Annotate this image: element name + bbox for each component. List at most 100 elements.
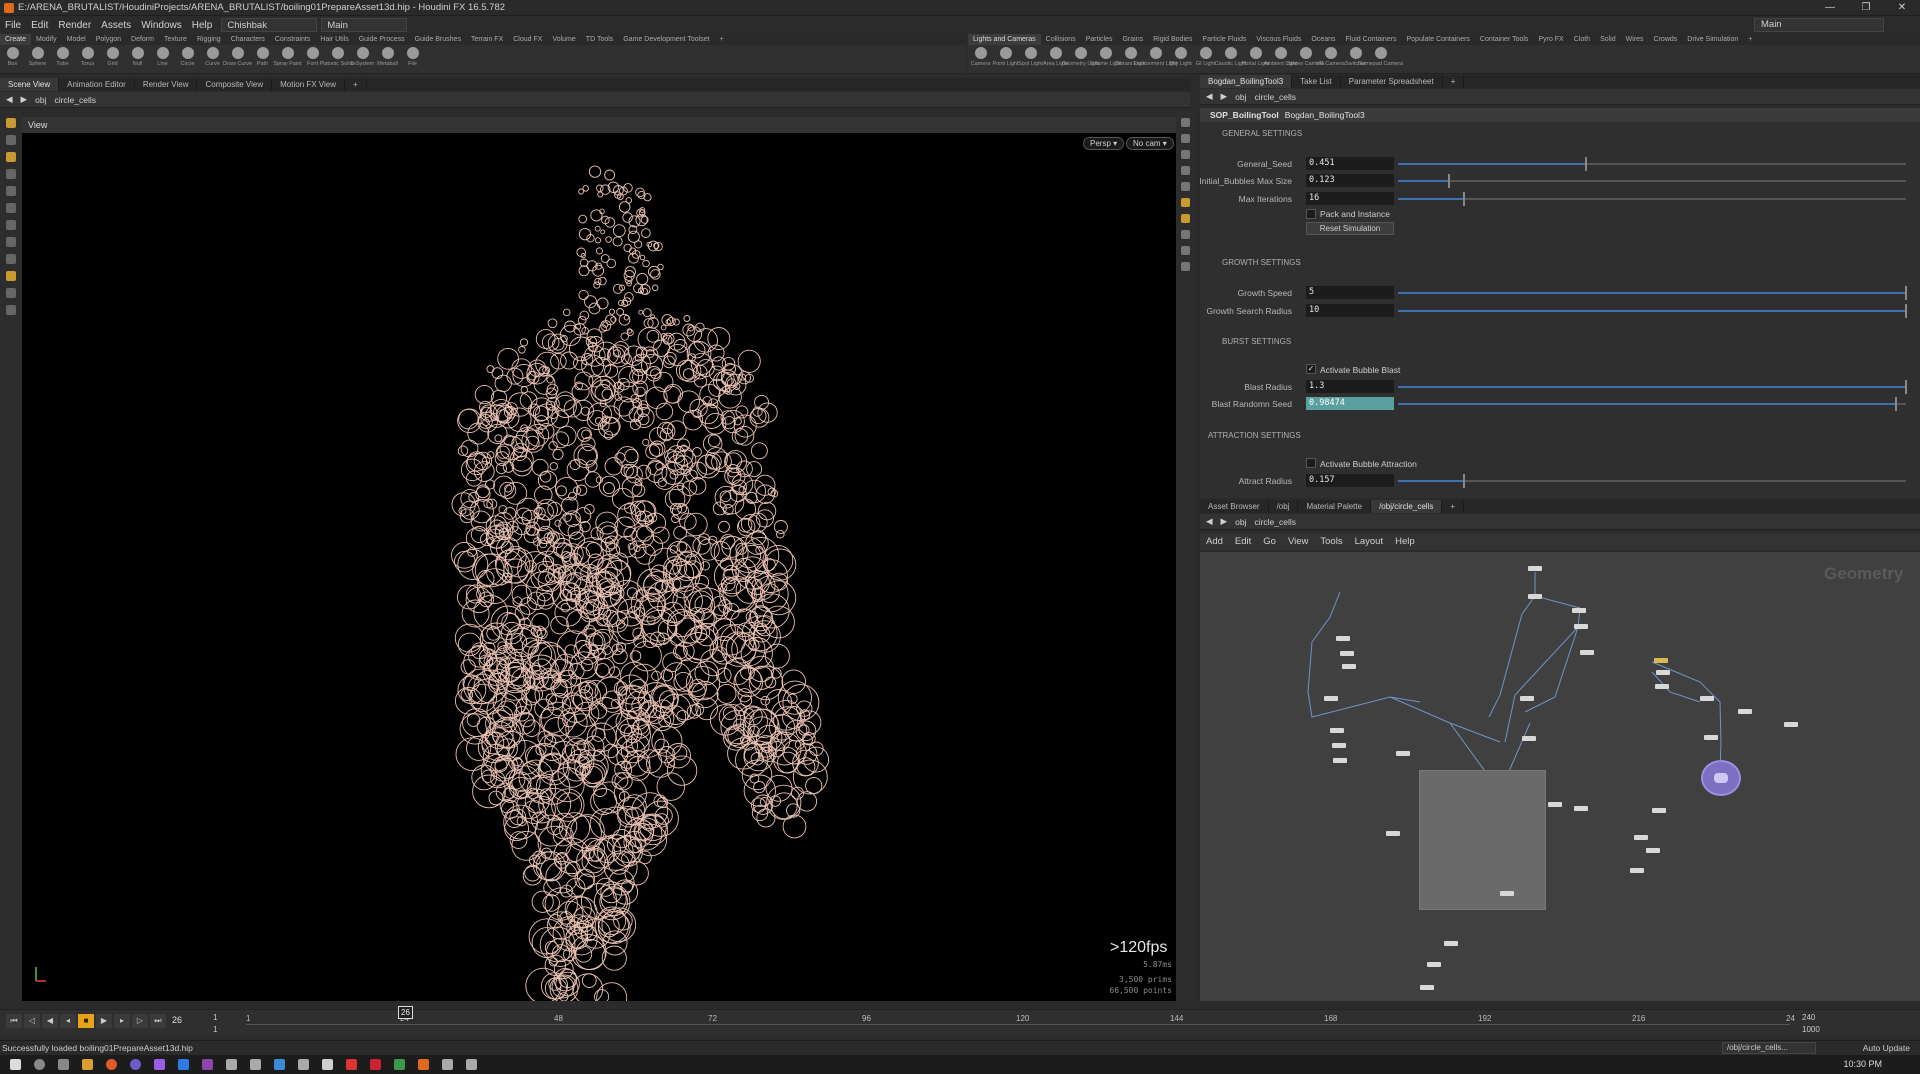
shelf-right-tool-1[interactable]: Point Light — [993, 47, 1019, 67]
growth-speed-field[interactable]: 5 — [1306, 286, 1394, 299]
brush-tool-icon[interactable] — [6, 237, 16, 247]
lock-icon[interactable] — [1180, 134, 1190, 143]
scale-tool-icon[interactable] — [6, 169, 16, 179]
shelf-left-tool-15[interactable]: Metaball — [375, 47, 400, 67]
end-button[interactable]: ⏭ — [150, 1014, 166, 1028]
point-icon[interactable] — [1180, 230, 1190, 239]
shelf-left-tab-0[interactable]: Create — [0, 34, 32, 45]
shelf-left-tool-8[interactable]: Curve — [200, 47, 225, 67]
search-icon[interactable] — [34, 1059, 45, 1070]
back-icon[interactable]: ◀ — [1206, 516, 1213, 527]
section-growth[interactable]: GROWTH SETTINGS — [1222, 258, 1301, 267]
shelf-left-tab-8[interactable]: Constraints — [270, 34, 315, 45]
shelf-right-tab-0[interactable]: Lights and Cameras — [968, 34, 1041, 45]
app-icon-5[interactable] — [298, 1059, 309, 1070]
network-pane-tab-4[interactable]: + — [1442, 500, 1464, 513]
right-pane-tab-2[interactable]: Parameter Spreadsheet — [1341, 75, 1443, 88]
shelf-left-tool-0[interactable]: Box — [0, 47, 25, 67]
shelf-right-tab-15[interactable]: Crowds — [1649, 34, 1683, 45]
net-menu-tools[interactable]: Tools — [1320, 536, 1342, 547]
shelf-right-tab-14[interactable]: Wires — [1621, 34, 1649, 45]
network-node[interactable] — [1784, 722, 1798, 727]
playhead-marker[interactable]: 26 — [398, 1006, 413, 1019]
shelf-left-tab-15[interactable]: TD Tools — [581, 34, 619, 45]
shelf-right-tool-14[interactable]: VR Camera — [1316, 47, 1345, 67]
network-node[interactable] — [1528, 594, 1542, 599]
network-node[interactable] — [1738, 709, 1752, 714]
network-node[interactable] — [1342, 664, 1356, 669]
net-path-node[interactable]: circle_cells — [1254, 517, 1296, 527]
network-pane-tab-3[interactable]: /obj/circle_cells — [1371, 500, 1443, 513]
shelf-right-tab-7[interactable]: Oceans — [1306, 34, 1340, 45]
maximize-button[interactable]: ❐ — [1848, 0, 1884, 16]
growth-radius-field[interactable]: 10 — [1306, 304, 1394, 317]
shelf-left-tool-1[interactable]: Sphere — [25, 47, 50, 67]
shelf-right-tab-17[interactable]: + — [1743, 34, 1757, 45]
left-pane-tab-2[interactable]: Render View — [135, 78, 198, 91]
app-icon-3[interactable] — [250, 1059, 261, 1070]
shelf-right-tool-8[interactable]: Sky Light — [1168, 47, 1193, 67]
net-menu-help[interactable]: Help — [1395, 536, 1415, 547]
network-node[interactable] — [1332, 743, 1346, 748]
persp-menu[interactable]: Persp ▾ — [1083, 137, 1125, 150]
back-icon[interactable]: ◀ — [1206, 91, 1213, 102]
net-menu-edit[interactable]: Edit — [1235, 536, 1251, 547]
activate-attract-checkbox[interactable] — [1306, 458, 1316, 468]
shelf-right-tab-9[interactable]: Populate Containers — [1401, 34, 1474, 45]
range-end[interactable]: 240 1000 — [1802, 1012, 1820, 1036]
shelf-left-tab-10[interactable]: Guide Process — [354, 34, 410, 45]
right-pane-tab-1[interactable]: Take List — [1292, 75, 1341, 88]
right-desktop-select[interactable]: Main — [1754, 18, 1884, 32]
network-node[interactable] — [1528, 566, 1542, 571]
network-pane-tab-1[interactable]: /obj — [1269, 500, 1299, 513]
handle-tool-icon[interactable] — [6, 186, 16, 196]
shelf-left-tool-13[interactable]: Platonic Solids — [319, 47, 356, 67]
menu-render[interactable]: Render — [53, 20, 96, 31]
current-frame-field[interactable]: 26 — [172, 1015, 182, 1025]
general-seed-slider[interactable] — [1398, 157, 1906, 171]
range-start[interactable]: 11 — [213, 1012, 217, 1036]
next-key-button[interactable]: ▷ — [132, 1014, 148, 1028]
shelf-left-tool-9[interactable]: Draw Curve — [223, 47, 252, 67]
pose-tool-icon[interactable] — [6, 203, 16, 213]
shelf-left-tool-7[interactable]: Circle — [175, 47, 200, 67]
back-icon[interactable]: ◀ — [6, 94, 13, 105]
start-button[interactable]: ⏮ — [6, 1014, 22, 1028]
net-menu-view[interactable]: View — [1288, 536, 1308, 547]
bubbles-max-field[interactable]: 0.123 — [1306, 174, 1394, 187]
app-icon-7[interactable] — [346, 1059, 357, 1070]
shelf-left-tab-13[interactable]: Cloud FX — [508, 34, 547, 45]
network-node[interactable] — [1427, 962, 1441, 967]
shelf-right-tab-11[interactable]: Pyro FX — [1533, 34, 1568, 45]
network-node[interactable] — [1330, 728, 1344, 733]
sculpt-tool-icon[interactable] — [6, 288, 16, 298]
network-node[interactable] — [1386, 831, 1400, 836]
auto-update-toggle[interactable]: Auto Update — [1863, 1043, 1910, 1053]
reset-simulation-button[interactable]: Reset Simulation — [1306, 222, 1394, 235]
shelf-left-tab-4[interactable]: Deform — [126, 34, 159, 45]
reverse-play-button[interactable]: ◂ — [60, 1014, 76, 1028]
right-path-node[interactable]: circle_cells — [1254, 92, 1296, 102]
close-button[interactable]: ✕ — [1884, 0, 1920, 16]
pack-checkbox[interactable] — [1306, 209, 1316, 219]
scene-viewport[interactable] — [22, 133, 1176, 1014]
move-tool-icon[interactable] — [6, 135, 16, 145]
network-node[interactable] — [1574, 624, 1588, 629]
network-node[interactable] — [1396, 751, 1410, 756]
shelf-left-tool-14[interactable]: L-System — [350, 47, 375, 67]
shelf-left-tab-2[interactable]: Model — [62, 34, 91, 45]
shelf-right-tab-16[interactable]: Drive Simulation — [1682, 34, 1743, 45]
magnet-tool-icon[interactable] — [6, 271, 16, 281]
premiere-icon[interactable] — [202, 1059, 213, 1070]
shelf-left-tab-1[interactable]: Modify — [31, 34, 62, 45]
network-node[interactable] — [1700, 696, 1714, 701]
shelf-right-tool-16[interactable]: Gamepad Camera — [1358, 47, 1403, 67]
selected-node-indicator[interactable] — [1701, 760, 1741, 796]
net-menu-go[interactable]: Go — [1263, 536, 1276, 547]
network-node[interactable] — [1522, 736, 1536, 741]
left-path-node[interactable]: circle_cells — [54, 95, 96, 105]
left-pane-tab-3[interactable]: Composite View — [197, 78, 273, 91]
menu-windows[interactable]: Windows — [136, 20, 187, 31]
network-pane-tab-2[interactable]: Material Palette — [1298, 500, 1372, 513]
shelf-left-tool-16[interactable]: File — [400, 47, 425, 67]
